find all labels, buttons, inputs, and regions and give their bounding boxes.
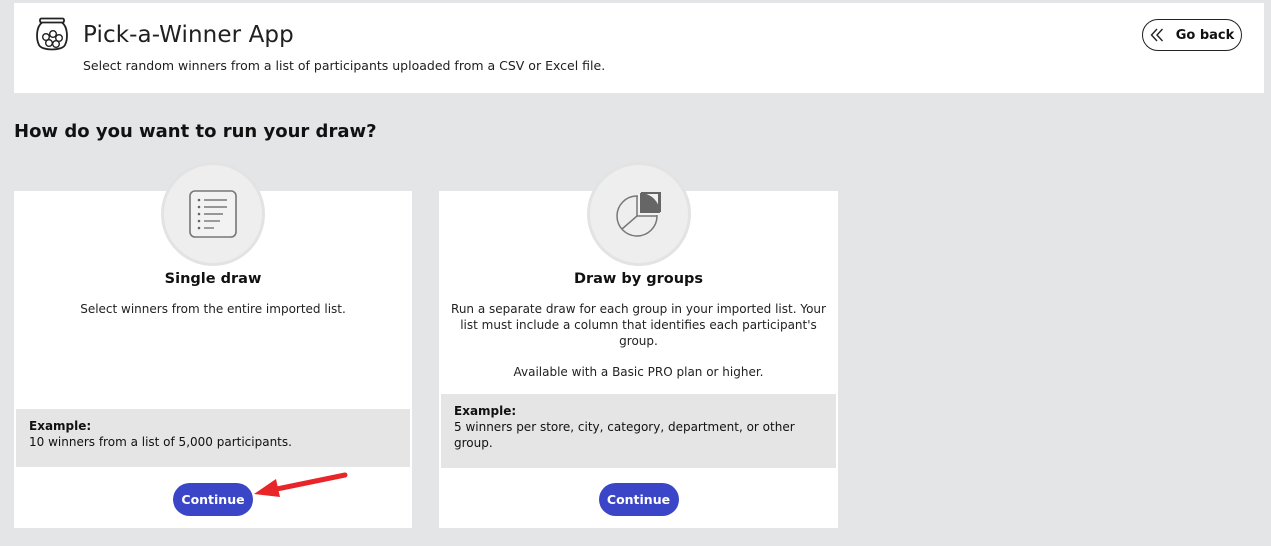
- plan-requirement-note: Available with a Basic PRO plan or highe…: [513, 365, 764, 379]
- option-title: Draw by groups: [573, 271, 704, 287]
- option-description: Select winners from the entire imported …: [80, 302, 346, 316]
- option-title: Single draw: [164, 271, 262, 287]
- double-chevron-left-icon: [1150, 28, 1163, 42]
- option-example: Example: 5 winners per store, city, cate…: [441, 394, 836, 468]
- option-card-single-draw: Single draw Select winners from the enti…: [14, 162, 412, 528]
- app-header: Pick-a-Winner App Select random winners …: [14, 3, 1264, 93]
- option-icon-circle: [586, 162, 691, 266]
- option-description: Run a separate draw for each group in yo…: [451, 302, 826, 348]
- page-question: How do you want to run your draw?: [14, 121, 377, 142]
- go-back-label: Go back: [1175, 27, 1235, 43]
- option-card-draw-by-groups: Draw by groups Run a separate draw for e…: [439, 162, 838, 528]
- continue-single-draw-button[interactable]: Continue: [173, 483, 253, 516]
- option-example: Example: 10 winners from a list of 5,000…: [16, 409, 410, 467]
- option-icon-circle: [161, 162, 265, 266]
- fishbowl-icon: [36, 17, 68, 51]
- continue-draw-by-groups-button[interactable]: Continue: [598, 483, 679, 516]
- list-icon: [189, 190, 237, 238]
- app-title: Pick-a-Winner App: [83, 22, 294, 48]
- example-label: Example:: [29, 419, 92, 433]
- example-text: 5 winners per store, city, category, dep…: [454, 420, 795, 450]
- pie-chart-icon: [615, 192, 661, 237]
- go-back-button[interactable]: Go back: [1142, 19, 1242, 51]
- example-text: 10 winners from a list of 5,000 particip…: [29, 435, 292, 449]
- example-label: Example:: [454, 404, 517, 418]
- app-subtitle: Select random winners from a list of par…: [83, 58, 606, 73]
- annotation-arrow-icon: [254, 472, 348, 497]
